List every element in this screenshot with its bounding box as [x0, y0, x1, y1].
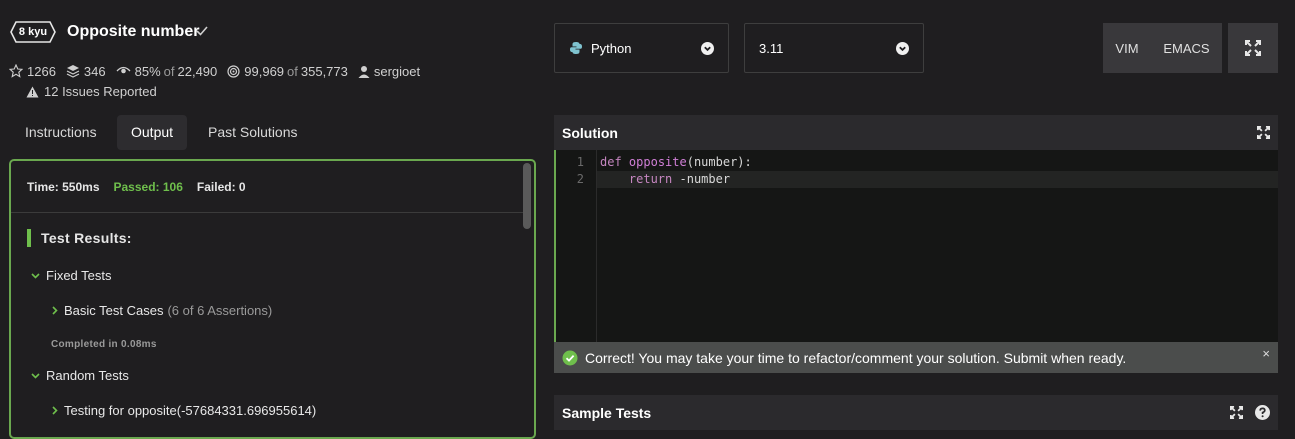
warning-icon	[26, 86, 39, 97]
check-circle-icon	[562, 350, 578, 365]
code-editor[interactable]: 1 2 def opposite(number): return -number	[554, 150, 1278, 342]
results-heading: Test Results:	[27, 229, 132, 247]
group-label: Testing for opposite(-57684331.696955614…	[64, 403, 317, 418]
results-title: Test Results:	[41, 230, 132, 246]
chevron-down-icon	[896, 41, 909, 55]
fullscreen-button[interactable]	[1228, 23, 1278, 73]
group-label: Basic Test Cases	[64, 303, 164, 318]
passed-label: Passed: 106	[113, 179, 183, 194]
kata-stats: 1266 346 85% of 22,490 99,969 of 355,773…	[9, 63, 430, 79]
line-number: 1	[576, 155, 584, 169]
chevron-right-icon	[52, 306, 58, 315]
output-scrollbar[interactable]	[523, 163, 531, 229]
attempts-count: 355,773	[300, 63, 348, 79]
sample-tests-header: Sample Tests	[554, 395, 1278, 430]
line-number: 2	[576, 172, 584, 186]
code-function-name: opposite	[628, 155, 687, 169]
user-icon	[358, 65, 370, 78]
solution-header: Solution	[554, 115, 1278, 150]
code-rest: -number	[672, 172, 731, 186]
python-icon	[570, 42, 582, 54]
star-icon	[9, 64, 23, 78]
notice-text: Correct! You may take your time to refac…	[585, 349, 1127, 366]
completed-count: 99,969	[244, 63, 285, 79]
group-random-tests[interactable]: Random Tests	[31, 368, 129, 383]
fullscreen-icon[interactable]	[1257, 126, 1270, 139]
test-summary: Time: 550ms Passed: 106 Failed: 0	[11, 161, 527, 213]
tab-past-solutions[interactable]: Past Solutions	[194, 115, 312, 150]
kata-title[interactable]: Opposite number	[67, 23, 199, 41]
code-line-2[interactable]: return -number	[600, 172, 730, 186]
chevron-down-icon	[31, 372, 40, 379]
group-label: Fixed Tests	[46, 268, 112, 283]
collections-count: 346	[83, 63, 106, 79]
sample-tests-title: Sample Tests	[562, 404, 652, 421]
collections-stat[interactable]: 346	[66, 64, 106, 79]
language-value: Python	[591, 40, 632, 56]
output-panel: Time: 550ms Passed: 106 Failed: 0 Test R…	[9, 159, 536, 439]
group-random-case[interactable]: Testing for opposite(-57684331.696955614…	[52, 403, 316, 418]
time-label: Time: 550ms	[27, 179, 100, 194]
fullscreen-icon	[1245, 40, 1261, 56]
satisfaction-stat: 85% of 22,490	[116, 63, 218, 79]
group-label: Random Tests	[46, 368, 129, 383]
solution-title: Solution	[562, 124, 618, 141]
group-fixed-tests[interactable]: Fixed Tests	[31, 268, 112, 283]
issues-label[interactable]: 12 Issues Reported	[44, 84, 157, 99]
code-keyword: return	[628, 172, 673, 186]
chevron-down-icon	[31, 272, 40, 279]
satisfaction-value: 85%	[134, 63, 161, 79]
vim-mode-button[interactable]: VIM	[1115, 41, 1138, 56]
group-basic-test-cases[interactable]: Basic Test Cases (6 of 6 Assertions)	[52, 303, 272, 318]
check-icon	[196, 26, 208, 36]
version-select[interactable]: 3.11	[744, 23, 924, 73]
satisfaction-of: of	[163, 63, 175, 79]
success-notice: Correct! You may take your time to refac…	[554, 342, 1278, 373]
code-keyword: def	[600, 155, 622, 169]
close-icon[interactable]: ×	[1262, 346, 1270, 361]
completed-stat: 99,969 of 355,773	[227, 64, 348, 79]
author-stat[interactable]: sergioet	[358, 64, 420, 79]
chevron-right-icon	[52, 406, 58, 415]
author-name[interactable]: sergioet	[374, 64, 420, 79]
stars-stat[interactable]: 1266	[9, 64, 56, 79]
help-icon[interactable]	[1255, 405, 1270, 420]
code-rest: (number):	[686, 155, 752, 169]
chevron-down-icon	[701, 41, 714, 55]
version-value: 3.11	[759, 40, 784, 56]
target-icon	[227, 64, 240, 78]
completed-of: of	[287, 63, 298, 79]
tab-instructions[interactable]: Instructions	[11, 115, 111, 150]
code-line-1[interactable]: def opposite(number):	[600, 155, 752, 169]
emacs-mode-button[interactable]: EMACS	[1163, 41, 1209, 56]
stars-count: 1266	[27, 63, 56, 79]
tab-output[interactable]: Output	[117, 115, 188, 150]
eye-icon	[116, 66, 131, 74]
results-bar	[27, 229, 31, 247]
assertions-count: (6 of 6 Assertions)	[167, 303, 273, 318]
layers-icon	[66, 65, 80, 78]
language-select[interactable]: Python	[554, 23, 729, 73]
fullscreen-icon[interactable]	[1230, 406, 1243, 419]
rank-badge: 8 kyu	[10, 21, 56, 43]
failed-label: Failed: 0	[196, 179, 246, 194]
rank-label: 8 kyu	[18, 26, 48, 38]
completed-time: Completed in 0.08ms	[51, 339, 157, 350]
editor-mode-group: VIM EMACS	[1103, 23, 1222, 73]
votes-count: 22,490	[177, 63, 218, 79]
issues-link[interactable]: 12 Issues Reported	[26, 84, 157, 99]
